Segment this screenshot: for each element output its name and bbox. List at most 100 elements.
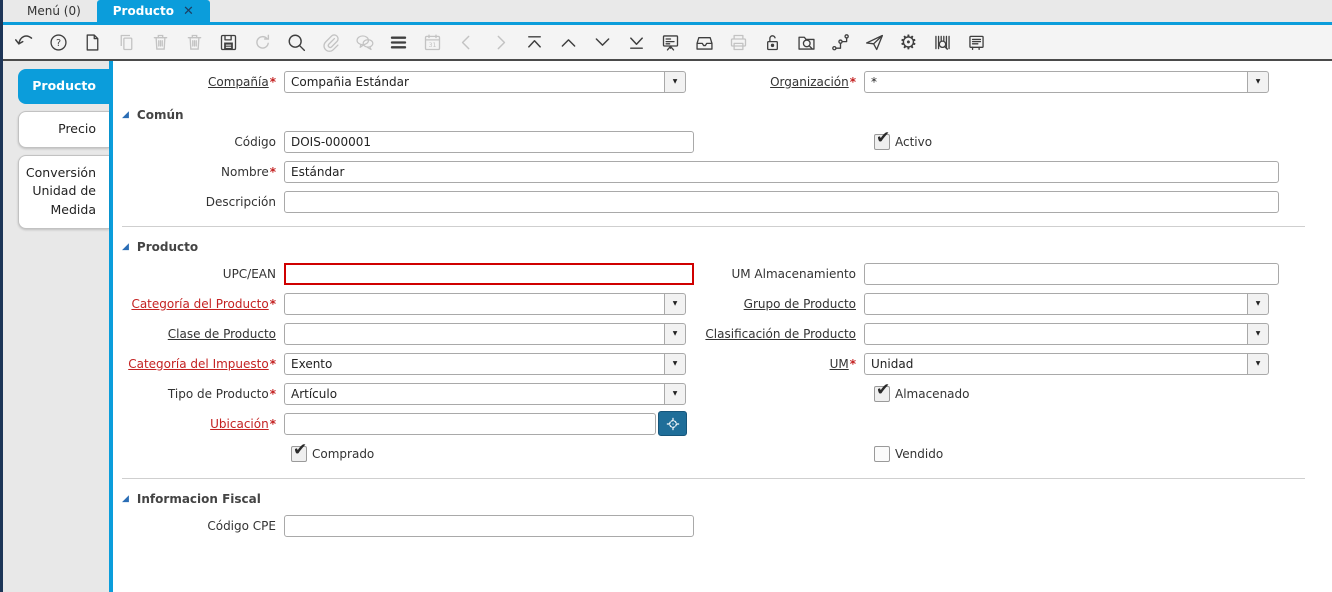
collapse-triangle-icon[interactable]: ◢ xyxy=(122,494,129,504)
next-icon xyxy=(490,32,511,53)
chevron-down-icon[interactable]: ▼ xyxy=(664,352,686,375)
categoria-producto-field: ▼ xyxy=(284,292,686,315)
locate-button[interactable] xyxy=(658,411,687,436)
categoria-impuesto-label[interactable]: Categoría del Impuesto* xyxy=(113,357,284,371)
vendido-checkbox[interactable]: ✔ xyxy=(874,445,890,462)
row-descripcion: Descripción xyxy=(113,188,1332,215)
notes-icon[interactable] xyxy=(966,32,987,53)
upc-input[interactable] xyxy=(284,262,694,285)
svg-text:31: 31 xyxy=(429,41,437,48)
clasificacion-producto-label[interactable]: Clasificación de Producto xyxy=(694,327,864,341)
grid-toggle-icon[interactable] xyxy=(388,32,409,53)
send-icon[interactable] xyxy=(864,32,885,53)
almacenado-label: Almacenado xyxy=(895,386,970,401)
close-tab-icon[interactable]: ✕ xyxy=(183,5,194,18)
tab-producto[interactable]: Producto ✕ xyxy=(96,0,210,22)
organizacion-label[interactable]: Organización* xyxy=(694,75,864,89)
um-input[interactable] xyxy=(864,352,1247,375)
chevron-down-icon[interactable]: ▼ xyxy=(1247,322,1269,345)
activo-checkbox[interactable]: ✔ xyxy=(874,128,890,150)
collapse-triangle-icon[interactable]: ◢ xyxy=(122,242,129,252)
descripcion-input[interactable] xyxy=(284,190,1279,213)
section-comun-title: Común xyxy=(136,108,184,122)
organizacion-input[interactable] xyxy=(864,70,1247,93)
section-divider xyxy=(122,478,1305,479)
delete-selection-icon xyxy=(184,32,205,53)
ubicacion-input[interactable] xyxy=(284,412,656,435)
sidebar-tab-producto[interactable]: Producto xyxy=(18,69,109,104)
sidebar-tab-precio[interactable]: Precio xyxy=(18,110,109,148)
lock-icon[interactable] xyxy=(762,32,783,53)
almacenado-checkbox[interactable]: ✔ xyxy=(874,380,890,402)
first-record-icon[interactable] xyxy=(524,32,545,53)
clase-producto-input[interactable] xyxy=(284,322,664,345)
new-record-icon[interactable] xyxy=(82,32,103,53)
clase-producto-label[interactable]: Clase de Producto xyxy=(113,327,284,341)
report-icon[interactable] xyxy=(660,32,681,53)
compania-label[interactable]: Compañía* xyxy=(113,75,284,89)
codigo-cpe-input[interactable] xyxy=(284,514,694,537)
um-label[interactable]: UM* xyxy=(694,357,864,371)
chevron-down-icon[interactable]: ▼ xyxy=(1247,352,1269,375)
tipo-producto-label: Tipo de Producto* xyxy=(167,386,276,401)
previous-record-icon[interactable] xyxy=(558,32,579,53)
comprado-label: Comprado xyxy=(312,446,375,461)
categoria-producto-input[interactable] xyxy=(284,292,664,315)
compania-input[interactable] xyxy=(284,70,664,93)
product-search-icon[interactable] xyxy=(932,32,953,53)
chevron-down-icon[interactable]: ▼ xyxy=(1247,292,1269,315)
codigo-input[interactable] xyxy=(284,130,694,153)
collapse-triangle-icon[interactable]: ◢ xyxy=(122,110,129,120)
workflow-icon[interactable] xyxy=(830,32,851,53)
nombre-input[interactable] xyxy=(284,160,1279,183)
zoom-across-icon[interactable] xyxy=(796,32,817,53)
save-icon[interactable] xyxy=(218,32,239,53)
delete-record-icon xyxy=(150,32,171,53)
chevron-down-icon[interactable]: ▼ xyxy=(664,70,686,93)
categoria-impuesto-input[interactable] xyxy=(284,352,664,375)
chevron-down-icon[interactable]: ▼ xyxy=(1247,70,1269,93)
undo-icon[interactable] xyxy=(14,32,35,53)
tab-producto-label: Producto xyxy=(112,4,174,18)
row-clase-clasificacion: Clase de Producto ▼ Clasificación de Pro… xyxy=(113,320,1332,347)
copy-record-icon xyxy=(116,32,137,53)
attachment-icon xyxy=(320,32,341,53)
window-tabbar: Menú (0) Producto ✕ xyxy=(3,0,1332,22)
clasificacion-producto-input[interactable] xyxy=(864,322,1247,345)
chevron-down-icon[interactable]: ▼ xyxy=(664,292,686,315)
tab-menu[interactable]: Menú (0) xyxy=(11,0,97,22)
tipo-producto-input[interactable] xyxy=(284,382,664,405)
nombre-label: Nombre* xyxy=(221,164,276,179)
ubicacion-label[interactable]: Ubicación* xyxy=(113,417,284,431)
application-window: Menú (0) Producto ✕ ? 31 ⚙ Producto Prec… xyxy=(0,0,1332,592)
categoria-impuesto-field: ▼ xyxy=(284,352,686,375)
calendar-icon: 31 xyxy=(422,32,443,53)
activo-label: Activo xyxy=(895,134,933,149)
check-icon: ✔ xyxy=(876,127,891,148)
svg-text:?: ? xyxy=(56,38,61,49)
help-icon[interactable]: ? xyxy=(48,32,69,53)
section-fiscal-title: Informacion Fiscal xyxy=(136,492,261,506)
archive-icon[interactable] xyxy=(694,32,715,53)
lookup-record-icon[interactable] xyxy=(286,32,307,53)
next-record-icon[interactable] xyxy=(592,32,613,53)
last-record-icon[interactable] xyxy=(626,32,647,53)
organizacion-field: ▼ xyxy=(864,70,1269,93)
comprado-checkbox[interactable]: ✔ xyxy=(291,440,307,462)
row-comprado-vendido: ✔ Comprado ✔ Vendido xyxy=(113,440,1332,467)
section-comun: ◢ Común xyxy=(122,108,1332,122)
section-fiscal: ◢ Informacion Fiscal xyxy=(122,492,1332,506)
clasificacion-producto-field: ▼ xyxy=(864,322,1269,345)
sidebar-tab-conversion[interactable]: Conversión Unidad de Medida xyxy=(18,154,109,229)
row-categoria-grupo: Categoría del Producto* ▼ Grupo de Produ… xyxy=(113,290,1332,317)
um-almacenamiento-label: UM Almacenamiento xyxy=(731,266,856,281)
categoria-producto-label[interactable]: Categoría del Producto* xyxy=(113,297,284,311)
row-upc-um-almacenamiento: UPC/EAN UM Almacenamiento xyxy=(113,260,1332,287)
preferences-gear-icon[interactable]: ⚙ xyxy=(898,32,919,53)
tipo-producto-field: ▼ xyxy=(284,382,686,405)
um-almacenamiento-input[interactable] xyxy=(864,262,1279,285)
chevron-down-icon[interactable]: ▼ xyxy=(664,382,686,405)
grupo-producto-input[interactable] xyxy=(864,292,1247,315)
grupo-producto-label[interactable]: Grupo de Producto xyxy=(694,297,864,311)
chevron-down-icon[interactable]: ▼ xyxy=(664,322,686,345)
